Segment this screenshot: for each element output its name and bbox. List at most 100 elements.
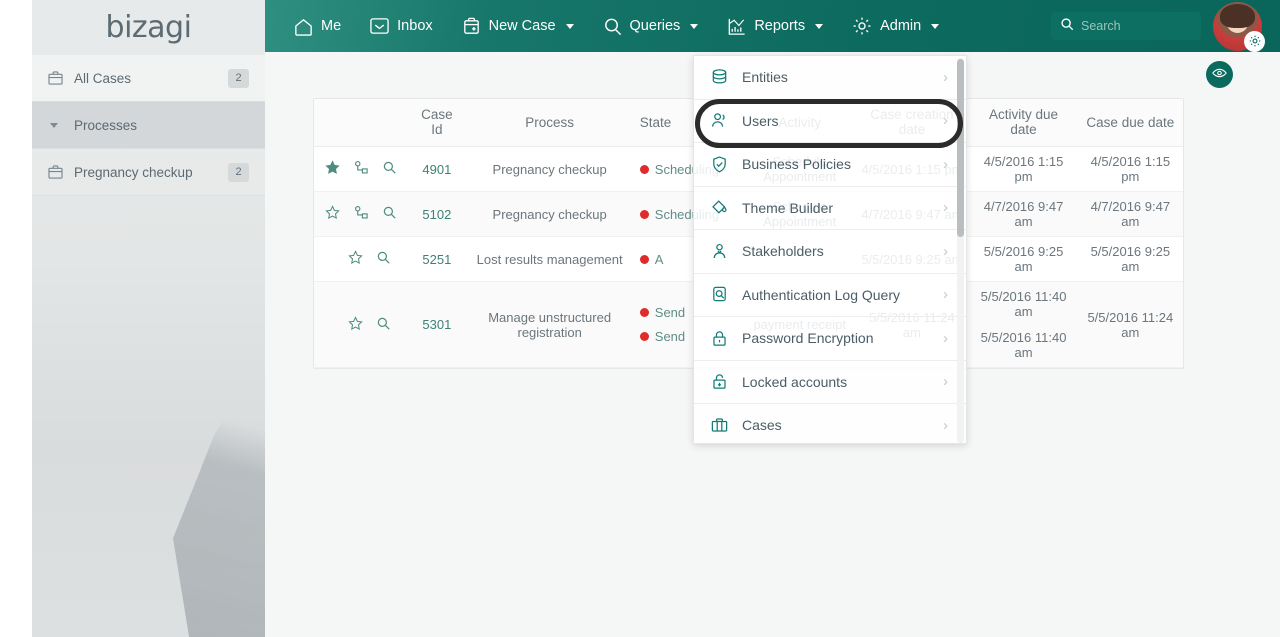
status-dot-icon: [639, 332, 649, 341]
row-actions: [314, 236, 409, 282]
column-header-process[interactable]: Process: [465, 99, 634, 147]
chevron-down-icon: [815, 23, 824, 29]
magnifier-icon[interactable]: [382, 160, 397, 178]
sidebar-nav-list: All Cases 2 Processes Pregnancy checkup …: [32, 55, 265, 196]
magnifier-icon[interactable]: [376, 316, 391, 334]
search-area: [1051, 12, 1201, 40]
nav-item-admin[interactable]: Admin: [837, 0, 953, 52]
star-outline-icon[interactable]: [348, 250, 363, 268]
chevron-right-icon: ›: [943, 199, 948, 217]
status-dot-icon: [639, 164, 649, 174]
stakeholders-icon: [710, 242, 742, 261]
nav-item-reports[interactable]: Reports: [712, 0, 837, 52]
sidebar-item-label: Processes: [74, 117, 138, 133]
cell-case-id[interactable]: 5102: [408, 191, 466, 237]
nav-item-me[interactable]: Me: [279, 0, 355, 52]
cell-activity-due-date: 4/5/2016 1:15 pm: [969, 146, 1078, 192]
status-dot-icon: [639, 209, 649, 219]
status-label: Send: [654, 305, 686, 320]
chevron-right-icon: ›: [943, 373, 948, 391]
magnifier-icon[interactable]: [376, 250, 391, 268]
nav-item-label: Admin: [880, 18, 922, 34]
preview-toggle-button[interactable]: [1206, 61, 1233, 88]
menu-scrollbar-thumb[interactable]: [957, 59, 964, 237]
brand-logo-area[interactable]: bizagi: [32, 0, 265, 55]
menu-item-label: Theme Builder: [742, 199, 834, 216]
menu-item-cases[interactable]: Cases ›: [694, 404, 966, 443]
column-header-activity-due-date[interactable]: Activity due date: [969, 99, 1078, 147]
chevron-right-icon: ›: [943, 68, 948, 86]
menu-item-users[interactable]: Users ›: [694, 100, 966, 143]
nav-item-new-case[interactable]: New Case: [447, 0, 588, 52]
search-box[interactable]: [1051, 12, 1201, 40]
cell-process: Pregnancy checkup: [465, 146, 634, 192]
search-icon: [1060, 17, 1074, 36]
menu-scrollbar[interactable]: [957, 58, 964, 443]
menu-item-theme-builder[interactable]: Theme Builder ›: [694, 187, 966, 230]
gear-icon[interactable]: [1244, 30, 1265, 52]
sidebar-item-processes[interactable]: Processes: [32, 102, 265, 149]
cell-case-id[interactable]: 5251: [408, 236, 466, 282]
paint-bucket-icon: [710, 198, 742, 217]
row-actions: [314, 281, 409, 368]
column-header-case-id[interactable]: Case Id: [408, 99, 466, 147]
cell-case-due-date: 4/5/2016 1:15 pm: [1077, 146, 1183, 192]
status-dot-icon: [639, 308, 649, 317]
nav-item-queries[interactable]: Queries: [588, 0, 713, 52]
cell-case-due-date: 5/5/2016 9:25 am: [1077, 236, 1183, 282]
cell-case-id[interactable]: 5301: [408, 281, 466, 368]
avatar[interactable]: [1213, 1, 1265, 52]
activity-due-line: 5/5/2016 11:40 am: [980, 289, 1067, 319]
inbox-icon: [369, 16, 390, 36]
magnifier-icon[interactable]: [382, 205, 397, 223]
menu-item-business-policies[interactable]: Business Policies ›: [694, 143, 966, 187]
menu-item-label: Locked accounts: [742, 373, 848, 390]
sidebar-item-pregnancy-checkup[interactable]: Pregnancy checkup 2: [32, 149, 265, 196]
search-icon: [602, 16, 623, 37]
menu-item-locked-accounts[interactable]: Locked accounts ›: [694, 361, 966, 404]
new-case-icon: [461, 16, 482, 37]
cell-process: Lost results management: [465, 236, 634, 282]
chevron-right-icon: ›: [943, 416, 948, 434]
sidebar-item-all-cases[interactable]: All Cases 2: [32, 55, 265, 102]
column-header-actions[interactable]: [314, 99, 409, 147]
menu-item-stakeholders[interactable]: Stakeholders ›: [694, 230, 966, 274]
search-input[interactable]: [1081, 19, 1192, 33]
column-header-case-due-date[interactable]: Case due date: [1077, 99, 1183, 147]
nav-item-inbox[interactable]: Inbox: [355, 0, 446, 52]
cell-activity-due-date: 5/5/2016 9:25 am: [969, 236, 1078, 282]
lock-open-icon: [710, 372, 742, 391]
menu-item-label: Cases: [742, 417, 782, 434]
workflow-icon[interactable]: [354, 205, 369, 223]
sidebar-background-image: [32, 307, 265, 637]
workflow-icon[interactable]: [354, 160, 369, 178]
brand-name: bizagi: [105, 10, 192, 45]
row-actions: [314, 191, 409, 237]
status-label: A: [654, 251, 664, 267]
cell-activity-due-date: 5/5/2016 11:40 am 5/5/2016 11:40 am: [969, 281, 1078, 368]
star-outline-icon[interactable]: [325, 205, 340, 223]
log-search-icon: [710, 285, 742, 304]
star-filled-icon[interactable]: [325, 160, 340, 178]
chart-icon: [726, 16, 747, 37]
menu-item-label: Business Policies: [742, 156, 851, 173]
admin-dropdown-menu: Entities › Users › Business Policies › T…: [693, 55, 967, 444]
status-label: Send: [654, 329, 686, 344]
chevron-right-icon: ›: [943, 112, 948, 130]
eye-icon: [1212, 66, 1227, 84]
menu-item-authentication-log-query[interactable]: Authentication Log Query ›: [694, 274, 966, 317]
nav-item-label: New Case: [488, 18, 556, 34]
sidebar-item-label: All Cases: [74, 70, 132, 86]
sidebar-item-badge: 2: [228, 162, 249, 182]
cell-process: Pregnancy checkup: [465, 191, 634, 237]
briefcase-icon: [710, 416, 742, 435]
lock-closed-icon: [710, 329, 742, 348]
cell-case-id[interactable]: 4901: [408, 146, 466, 192]
menu-item-password-encryption[interactable]: Password Encryption ›: [694, 317, 966, 361]
chevron-right-icon: ›: [943, 155, 948, 173]
star-outline-icon[interactable]: [348, 315, 363, 334]
menu-item-label: Stakeholders: [742, 243, 824, 260]
menu-item-entities[interactable]: Entities ›: [694, 56, 966, 100]
caret-down-icon: [48, 122, 74, 128]
menu-item-label: Users: [742, 112, 779, 129]
